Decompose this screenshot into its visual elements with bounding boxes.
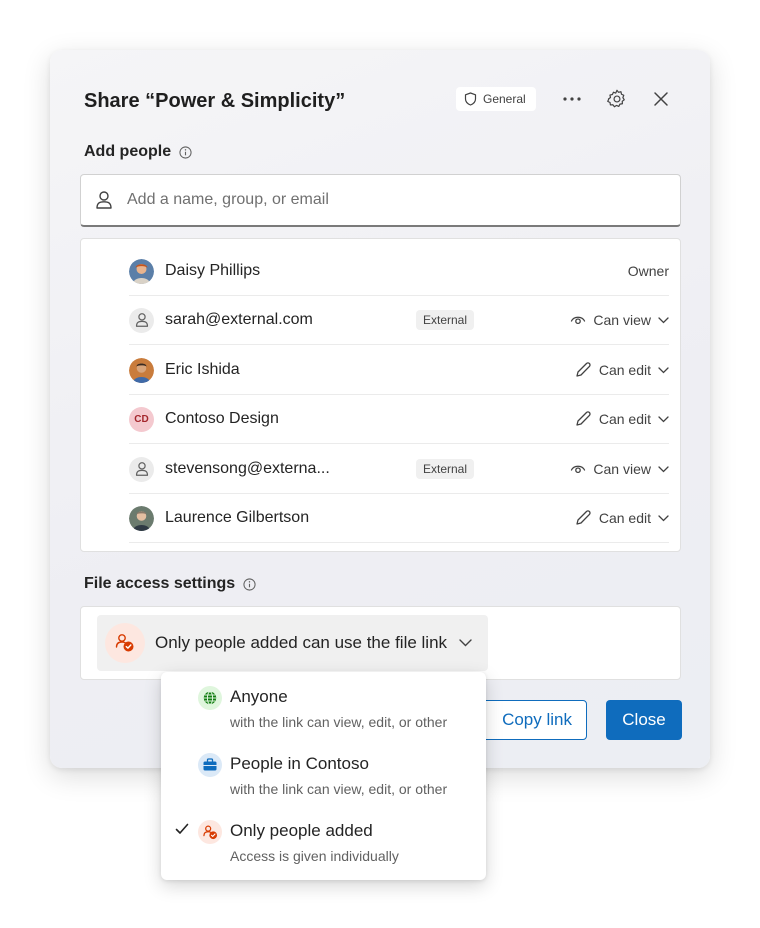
info-icon[interactable]: [243, 577, 256, 591]
chevron-down-icon: [658, 415, 669, 423]
external-badge: External: [416, 310, 475, 330]
briefcase-icon: [198, 753, 222, 777]
permission-label: Can edit: [598, 411, 651, 427]
permission-label: Can edit: [598, 362, 651, 378]
chevron-down-icon: [459, 639, 472, 647]
gear-icon: [606, 88, 628, 110]
avatar: [129, 357, 154, 383]
file-access-box: Only people added can use the file link: [80, 606, 681, 680]
eye-icon: [570, 314, 586, 326]
sensitivity-badge[interactable]: General: [456, 87, 536, 111]
person-name: sarah@external.com: [165, 311, 313, 328]
menu-item-title: Only people added: [230, 821, 373, 840]
checkmark-icon: [175, 822, 189, 840]
person-icon: [135, 312, 149, 328]
avatar: [129, 456, 154, 482]
permission-label: Can view: [593, 312, 651, 328]
shield-icon: [464, 92, 477, 106]
add-people-label: Add people: [84, 143, 172, 160]
chevron-down-icon: [658, 514, 669, 522]
file-access-dropdown[interactable]: Only people added can use the file link: [97, 615, 488, 671]
chevron-down-icon: [658, 366, 669, 374]
avatar: [129, 505, 154, 531]
close-button[interactable]: Close: [606, 700, 682, 740]
people-lock-icon: [105, 623, 145, 663]
menu-item-desc: with the link can view, edit, or other: [230, 781, 448, 797]
menu-item-title: Anyone: [230, 687, 288, 706]
add-people-field[interactable]: [80, 174, 681, 227]
list-item: Laurence Gilbertson Can edit: [129, 494, 669, 543]
avatar: [129, 258, 154, 284]
more-horizontal-icon: [563, 97, 581, 101]
permission-dropdown[interactable]: Can edit: [574, 410, 669, 428]
close-icon: [653, 91, 669, 107]
sensitivity-label: General: [483, 92, 526, 106]
list-item: Eric Ishida Can edit: [129, 346, 669, 395]
close-dialog-button[interactable]: [648, 86, 674, 112]
permission-dropdown[interactable]: Can view: [570, 312, 669, 328]
permission-label: Can edit: [598, 510, 651, 526]
person-name: Daisy Phillips: [165, 262, 261, 279]
globe-icon: [198, 686, 222, 710]
permission-dropdown[interactable]: Can view: [570, 461, 669, 477]
person-name: Laurence Gilbertson: [165, 509, 310, 526]
role-label: Owner: [627, 263, 669, 279]
settings-button[interactable]: [604, 86, 630, 112]
pencil-icon: [574, 361, 592, 379]
people-lock-icon: [198, 820, 222, 844]
person-name: Contoso Design: [165, 410, 279, 427]
chevron-down-icon: [658, 465, 669, 473]
people-list: Daisy Phillips Owner sarah@external.com …: [80, 238, 681, 552]
menu-item-only-people-added[interactable]: Only people added Access is given indivi…: [161, 806, 486, 868]
pencil-icon: [574, 410, 592, 428]
list-item: Daisy Phillips Owner: [129, 247, 669, 296]
menu-item-title: People in Contoso: [230, 754, 369, 773]
add-people-heading: Add people: [84, 143, 192, 161]
permission-label: Can view: [593, 461, 651, 477]
person-icon: [135, 461, 149, 477]
list-item: CD Contoso Design Can edit: [129, 395, 669, 444]
list-item: stevensong@externa... External Can view: [129, 445, 669, 494]
share-dialog: Share “Power & Simplicity” General Add p…: [50, 50, 710, 768]
more-options-button[interactable]: [559, 86, 585, 112]
file-access-menu: Anyone with the link can view, edit, or …: [161, 672, 486, 880]
permission-dropdown[interactable]: Can edit: [574, 361, 669, 379]
list-item: sarah@external.com External Can view: [129, 296, 669, 345]
menu-item-desc: with the link can view, edit, or other: [230, 714, 448, 730]
menu-item-desc: Access is given individually: [230, 848, 399, 864]
file-access-heading: File access settings: [84, 575, 256, 593]
add-people-input[interactable]: [127, 191, 647, 209]
dialog-title: Share “Power & Simplicity”: [84, 90, 346, 112]
avatar: CD: [129, 406, 154, 432]
file-access-label: File access settings: [84, 575, 236, 592]
permission-dropdown[interactable]: Can edit: [574, 509, 669, 527]
eye-icon: [570, 463, 586, 475]
person-name: Eric Ishida: [165, 361, 240, 378]
menu-item-anyone[interactable]: Anyone with the link can view, edit, or …: [161, 672, 486, 734]
info-icon[interactable]: [179, 145, 192, 159]
file-access-selected: Only people added can use the file link: [155, 633, 448, 652]
chevron-down-icon: [658, 316, 669, 324]
avatar: [129, 307, 154, 333]
person-name: stevensong@externa...: [165, 460, 330, 477]
external-badge: External: [416, 459, 475, 479]
menu-item-people-in-contoso[interactable]: People in Contoso with the link can view…: [161, 739, 486, 801]
pencil-icon: [574, 509, 592, 527]
person-icon: [95, 190, 113, 210]
